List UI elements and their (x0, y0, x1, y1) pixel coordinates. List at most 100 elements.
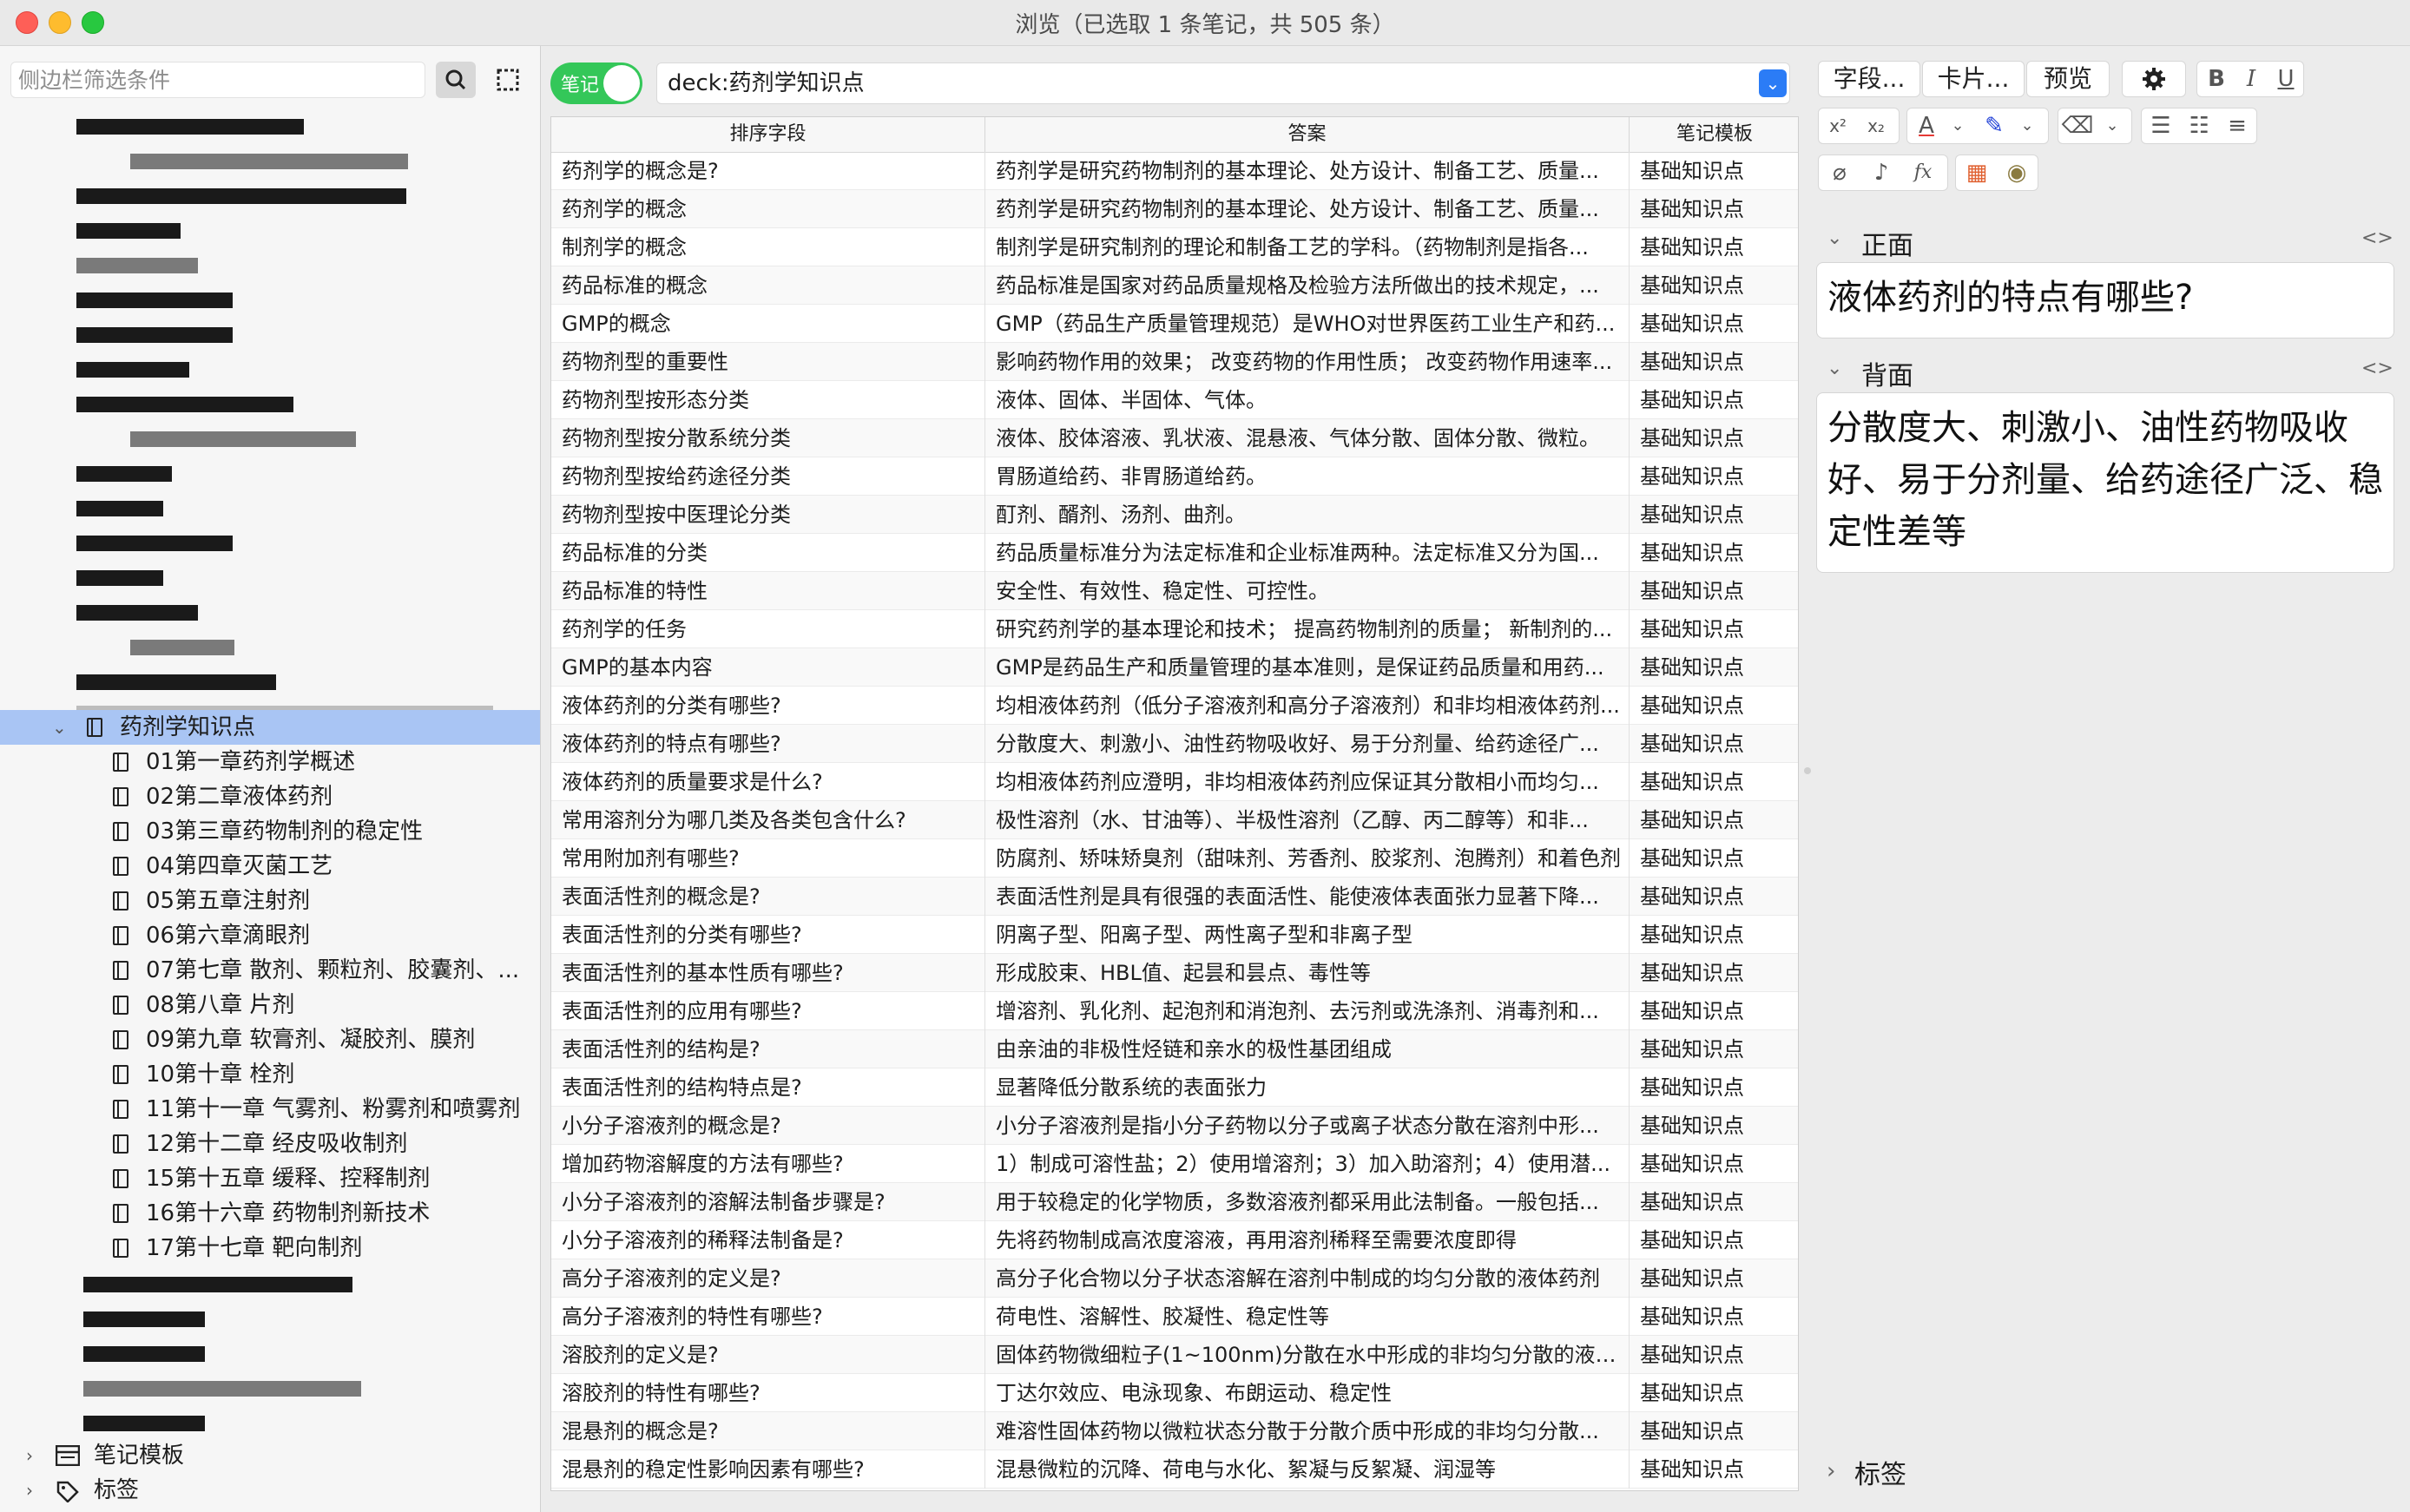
sidebar-tags[interactable]: › 标签 (0, 1473, 540, 1508)
align-icon[interactable]: ≡ (2220, 108, 2255, 143)
back-field-editor[interactable]: 分散度大、刺激小、油性药物吸收好、易于分剂量、给药途径广泛、稳定性差等 (1816, 392, 2394, 573)
cards-button[interactable]: 卡片... (1922, 61, 2025, 97)
bullet-list-icon[interactable]: ☰ (2143, 108, 2178, 143)
html-editor-icon[interactable]: <> (2361, 358, 2394, 379)
sidebar-select-button[interactable] (488, 62, 528, 98)
column-header-sort-field[interactable]: 排序字段 (551, 117, 985, 152)
column-header-answer[interactable]: 答案 (985, 117, 1630, 152)
deck-icon (113, 753, 128, 772)
table-row[interactable]: 药物剂型按形态分类 液体、固体、半固体、气体。 基础知识点 (551, 381, 1798, 419)
table-row[interactable]: 制剂学的概念 制剂学是研究制剂的理论和制备工艺的学科。（药物制剂是指各... 基础知… (551, 228, 1798, 266)
table-row[interactable]: 表面活性剂的基本性质有哪些? 形成胶束、HBL值、起昙和昙点、毒性等 基础知识点 (551, 954, 1798, 992)
table-row[interactable]: 小分子溶液剂的概念是? 小分子溶液剂是指小分子药物以分子或离子状态分散在溶剂中形.… (551, 1107, 1798, 1145)
table-row[interactable]: 药剂学的任务 研究药剂学的基本理论和技术； 提高药物制剂的质量； 新制剂的... 基… (551, 610, 1798, 648)
search-history-dropdown[interactable]: ⌄ (1759, 69, 1787, 97)
sidebar-deck-child[interactable]: 09第九章 软膏剂、凝胶剂、膜剂 (0, 1022, 540, 1057)
table-row[interactable]: 药物剂型按分散系统分类 液体、胶体溶液、乳状液、混悬液、气体分散、固体分散、微粒。… (551, 419, 1798, 457)
obscured-item (76, 223, 181, 239)
sidebar-deck-child[interactable]: 04第四章灭菌工艺 (0, 849, 540, 884)
table-row[interactable]: 溶胶剂的定义是? 固体药物微细粒子(1~100nm)分散在水中形成的非均匀分散的液… (551, 1336, 1798, 1374)
addon-icon[interactable]: ◉ (1999, 155, 2034, 190)
table-row[interactable]: 药物剂型按给药途径分类 胃肠道给药、非胃肠道给药。 基础知识点 (551, 457, 1798, 496)
sidebar-deck-child[interactable]: 08第八章 片剂 (0, 988, 540, 1022)
table-row[interactable]: 小分子溶液剂的溶解法制备步骤是? 用于较稳定的化学物质，多数溶液剂都采用此法制备。… (551, 1183, 1798, 1221)
bold-icon[interactable]: B (2199, 62, 2234, 96)
table-row[interactable]: 溶胶剂的特性有哪些? 丁达尔效应、电泳现象、布朗运动、稳定性 基础知识点 (551, 1374, 1798, 1412)
search-query-input[interactable]: deck:药剂学知识点 (656, 62, 1790, 104)
sidebar-deck-child[interactable]: 03第三章药物制剂的稳定性 (0, 814, 540, 849)
table-row[interactable]: 药物剂型按中医理论分类 酊剂、醑剂、汤剂、曲剂。 基础知识点 (551, 496, 1798, 534)
chevron-right-icon[interactable]: › (26, 1473, 33, 1508)
tags-editor-label[interactable]: 标签 (1854, 1453, 1906, 1491)
table-row[interactable]: 表面活性剂的应用有哪些? 增溶剂、乳化剂、起泡剂和消泡剂、去污剂或洗涤剂、消毒剂和… (551, 992, 1798, 1030)
table-row[interactable]: 药品标准的分类 药品质量标准分为法定标准和企业标准两种。法定标准又分为国... 基础… (551, 534, 1798, 572)
sidebar-deck-child[interactable]: 07第七章 散剂、颗粒剂、胶囊剂、... (0, 953, 540, 988)
numbered-list-icon[interactable]: ☷ (2182, 108, 2216, 143)
sidebar-note-types[interactable]: › 笔记模板 (0, 1438, 540, 1473)
table-row[interactable]: 混悬剂的概念是? 难溶性固体药物以微粒状态分散于分散介质中形成的非均匀分散... 基… (551, 1412, 1798, 1450)
html-editor-icon[interactable]: <> (2361, 227, 2394, 249)
chevron-down-icon[interactable]: ⌄ (1827, 227, 1842, 249)
sidebar-deck-child[interactable]: 12第十二章 经皮吸收制剂 (0, 1127, 540, 1161)
chevron-down-icon[interactable]: ⌄ (1940, 108, 1975, 143)
table-row[interactable]: 高分子溶液剂的定义是? 高分子化合物以分子状态溶解在溶剂中制成的均匀分散的液体药剂… (551, 1259, 1798, 1298)
table-row[interactable]: 常用附加剂有哪些? 防腐剂、矫味矫臭剂（甜味剂、芳香剂、胶浆剂、泡腾剂）和着色剂基… (551, 839, 1798, 878)
table-row[interactable]: 药剂学的概念 药剂学是研究药物制剂的基本理论、处方设计、制备工艺、质量... 基础知… (551, 190, 1798, 228)
chevron-right-icon[interactable]: › (26, 1438, 33, 1473)
subscript-icon[interactable]: x₂ (1859, 108, 1893, 143)
deck-icon (113, 961, 128, 980)
column-header-note-type[interactable]: 笔记模板 (1630, 117, 1798, 152)
chevron-down-icon[interactable]: ⌄ (2095, 108, 2130, 143)
highlight-color-icon[interactable]: ✎ (1977, 108, 2012, 143)
table-row[interactable]: 液体药剂的质量要求是什么? 均相液体药剂应澄明，非均相液体药剂应保证其分散相小而均… (551, 763, 1798, 801)
sidebar-deck-child[interactable]: 11第十一章 气雾剂、粉雾剂和喷雾剂 (0, 1092, 540, 1127)
table-row[interactable]: GMP的基本内容 GMP是药品生产和质量管理的基本准则，是保证药品质量和用药...… (551, 648, 1798, 687)
table-row[interactable]: 高分子溶液剂的特性有哪些? 荷电性、溶解性、胶凝性、稳定性等 基础知识点 (551, 1298, 1798, 1336)
superscript-icon[interactable]: x² (1821, 108, 1855, 143)
table-row[interactable]: 常用溶剂分为哪几类及各类包含什么? 极性溶剂（水、甘油等）、半极性溶剂（乙醇、丙二… (551, 801, 1798, 839)
sidebar-deck-child[interactable]: 16第十六章 药物制剂新技术 (0, 1196, 540, 1231)
table-row[interactable]: 药品标准的特性 安全性、有效性、稳定性、可控性。 基础知识点 (551, 572, 1798, 610)
sidebar-filter-input[interactable]: 侧边栏筛选条件 (10, 62, 425, 98)
table-row[interactable]: 药剂学的概念是? 药剂学是研究药物制剂的基本理论、处方设计、制备工艺、质量... 基… (551, 152, 1798, 190)
formula-icon[interactable]: fx (1906, 155, 1940, 190)
sidebar-deck-child[interactable]: 05第五章注射剂 (0, 884, 540, 918)
table-row[interactable]: 药品标准的概念 药品标准是国家对药品质量规格及检验方法所做出的技术规定，... 基础… (551, 266, 1798, 305)
settings-button[interactable] (2122, 61, 2186, 97)
attachment-icon[interactable]: ⌀ (1822, 155, 1857, 190)
table-row[interactable]: 表面活性剂的结构是? 由亲油的非极性烃链和亲水的极性基团组成 基础知识点 (551, 1030, 1798, 1068)
table-row[interactable]: 混悬剂的稳定性影响因素有哪些? 混悬微粒的沉降、荷电与水化、絮凝与反絮凝、润湿等基… (551, 1450, 1798, 1489)
pane-splitter-handle[interactable] (1804, 767, 1811, 774)
table-row[interactable]: 增加药物溶解度的方法有哪些? 1）制成可溶性盐；2）使用增溶剂；3）加入助溶剂；4… (551, 1145, 1798, 1183)
eraser-icon[interactable]: ⌫ (2060, 108, 2095, 143)
italic-icon[interactable]: I (2234, 62, 2268, 96)
fields-button[interactable]: 字段... (1818, 61, 1920, 97)
text-color-icon[interactable]: A (1909, 108, 1944, 143)
sidebar-deck-child[interactable]: 02第二章液体药剂 (0, 779, 540, 814)
sidebar-deck-child[interactable]: 06第六章滴眼剂 (0, 918, 540, 953)
chevron-right-icon[interactable]: › (1827, 1458, 1835, 1484)
table-row[interactable]: 小分子溶液剂的稀释法制备是? 先将药物制成高浓度溶液，再用溶剂稀释至需要浓度即得基… (551, 1221, 1798, 1259)
sidebar-deck-child[interactable]: 01第一章药剂学概述 (0, 745, 540, 779)
chevron-down-icon[interactable]: ⌄ (52, 710, 67, 745)
microphone-icon[interactable]: ♪ (1864, 155, 1899, 190)
sidebar-deck-child[interactable]: 10第十章 栓剂 (0, 1057, 540, 1092)
image-occlusion-icon[interactable]: ▦ (1959, 155, 1994, 190)
sidebar-search-button[interactable] (436, 62, 476, 98)
chevron-down-icon[interactable]: ⌄ (1827, 358, 1842, 379)
table-row[interactable]: 药物剂型的重要性 影响药物作用的效果； 改变药物的作用性质； 改变药物作用速率..… (551, 343, 1798, 381)
front-field-editor[interactable]: 液体药剂的特点有哪些? (1816, 262, 2394, 339)
sidebar-deck-child[interactable]: 15第十五章 缓释、控释制剂 (0, 1161, 540, 1196)
table-row[interactable]: 表面活性剂的概念是? 表面活性剂是具有很强的表面活性、能使液体表面张力显著下降..… (551, 878, 1798, 916)
underline-icon[interactable]: U (2268, 62, 2303, 96)
table-row[interactable]: 液体药剂的分类有哪些? 均相液体药剂（低分子溶液剂和高分子溶液剂）和非均相液体药剂… (551, 687, 1798, 725)
chevron-down-icon[interactable]: ⌄ (2010, 108, 2045, 143)
table-row[interactable]: 液体药剂的特点有哪些? 分散度大、刺激小、油性药物吸收好、易于分剂量、给药途径广.… (551, 725, 1798, 763)
table-row[interactable]: 表面活性剂的分类有哪些? 阴离子型、阳离子型、两性离子型和非离子型 基础知识点 (551, 916, 1798, 954)
cards-notes-toggle[interactable]: 笔记 (550, 62, 642, 104)
sidebar-deck-selected[interactable]: ⌄ 药剂学知识点 (0, 710, 540, 745)
table-row[interactable]: GMP的概念 GMP（药品生产质量管理规范）是WHO对世界医药工业生产和药... 基… (551, 305, 1798, 343)
table-row[interactable]: 表面活性剂的结构特点是? 显著降低分散系统的表面张力 基础知识点 (551, 1068, 1798, 1107)
sidebar-deck-child[interactable]: 17第十七章 靶向制剂 (0, 1231, 540, 1265)
preview-button[interactable]: 预览 (2026, 61, 2110, 97)
